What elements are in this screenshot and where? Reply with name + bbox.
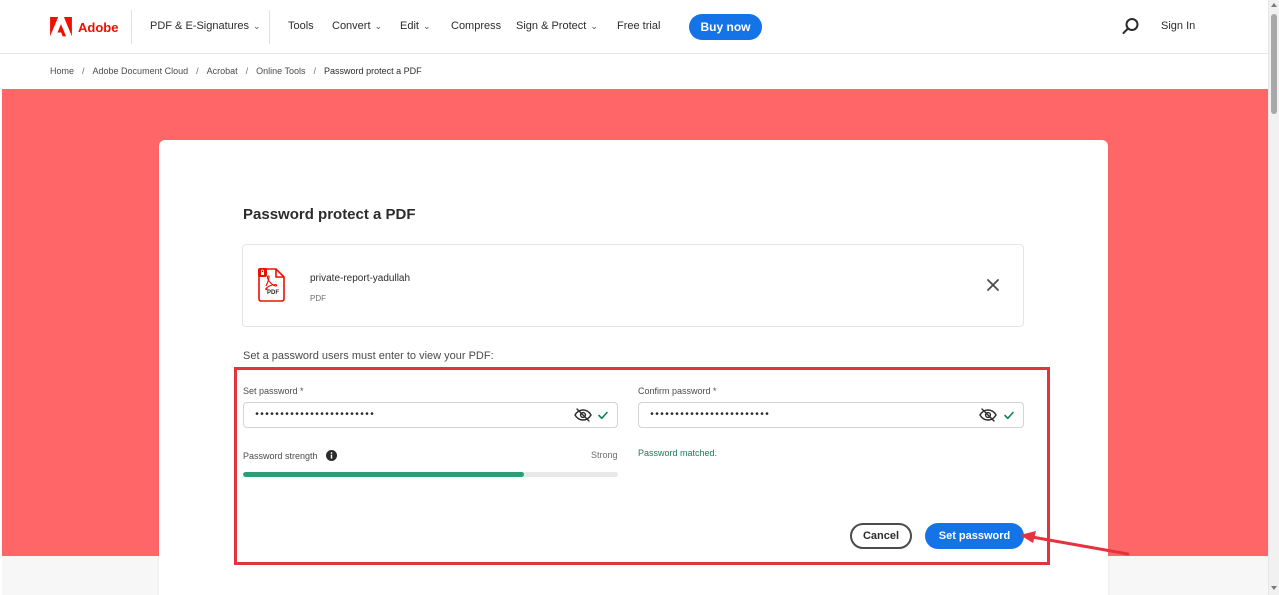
nav-free-trial[interactable]: Free trial [617,20,660,32]
chevron-down-icon: ⌄ [374,20,383,31]
password-strength-label-text: Password strength [243,450,318,461]
hide-password-icon[interactable] [979,408,997,422]
page-title: Password protect a PDF [243,206,416,223]
file-name: private-report-yadullah [310,273,411,284]
chevron-down-icon: ⌄ [422,20,431,31]
scroll-up-icon[interactable] [1271,3,1277,7]
search-icon[interactable] [1122,17,1140,35]
nav-label: Compress [451,20,502,32]
info-icon[interactable] [325,450,337,461]
pdf-file-icon [258,268,285,302]
check-icon [598,411,608,420]
set-password-label-text: Set password [243,386,298,396]
nav-label: Tools [288,20,314,32]
divider [131,10,132,44]
breadcrumb-acrobat[interactable]: Acrobat [207,66,238,76]
confirm-password-label-text: Confirm password [638,386,711,396]
breadcrumb: Home / Adobe Document Cloud / Acrobat / … [50,66,422,76]
close-icon[interactable] [986,278,1000,292]
nav-label: Sign & Protect [516,20,587,32]
nav-label: Convert [332,20,371,32]
adobe-logo-icon [50,17,72,37]
buy-now-button[interactable]: Buy now [689,14,762,40]
nav-pdf-esignatures[interactable]: PDF & E-Signatures ⌄ [150,20,261,32]
chevron-down-icon: ⌄ [253,20,261,31]
breadcrumb-separator: / [245,66,249,76]
cancel-button[interactable]: Cancel [850,523,912,549]
chevron-down-icon: ⌄ [590,20,598,31]
divider [269,10,270,44]
hide-password-icon[interactable] [574,408,592,422]
nav-tools[interactable]: Tools [288,20,314,32]
password-strength-bar [243,472,618,477]
set-password-button[interactable]: Set password [925,523,1024,549]
breadcrumb-online-tools[interactable]: Online Tools [256,66,305,76]
breadcrumb-document-cloud[interactable]: Adobe Document Cloud [93,66,189,76]
required-mark: * [300,386,304,396]
sign-in-link[interactable]: Sign In [1161,20,1195,32]
scrollbar-thumb[interactable] [1271,14,1277,114]
breadcrumb-current: Password protect a PDF [324,66,422,76]
page-scrollbar[interactable] [1268,0,1279,595]
brand-name: Adobe [78,19,119,35]
nav-label: PDF & E-Signatures [150,20,250,32]
password-match-message: Password matched. [638,448,718,458]
adobe-logo[interactable]: Adobe [50,17,118,37]
instruction-text: Set a password users must enter to view … [243,350,494,362]
confirm-password-input[interactable] [638,402,1024,428]
breadcrumb-separator: / [82,66,85,76]
password-strength-fill [243,472,525,477]
nav-convert[interactable]: Convert ⌄ [332,20,382,32]
breadcrumb-separator: / [196,66,199,76]
nav-label: Free trial [617,20,661,32]
required-mark: * [713,386,717,396]
password-strength-value: Strong [591,450,618,460]
confirm-password-label: Confirm password * [638,386,717,396]
global-nav: Adobe PDF & E-Signatures ⌄ Tools Convert ⌄… [0,0,1268,54]
set-password-input[interactable] [243,402,618,428]
nav-edit[interactable]: Edit ⌄ [400,20,431,32]
check-icon [1004,411,1014,420]
breadcrumb-separator: / [313,66,317,76]
nav-compress[interactable]: Compress [451,20,501,32]
pdf-icon-label: PDF [267,290,279,296]
set-password-label: Set password * [243,386,304,396]
file-card [242,244,1024,327]
breadcrumb-home[interactable]: Home [50,66,74,76]
file-type: PDF [310,294,326,303]
nav-sign-protect[interactable]: Sign & Protect ⌄ [516,20,598,32]
nav-label: Edit [400,20,419,32]
app-window: Adobe PDF & E-Signatures ⌄ Tools Convert ⌄… [0,0,1279,595]
scroll-down-icon[interactable] [1271,586,1277,590]
password-strength-label: Password strength [243,450,337,461]
